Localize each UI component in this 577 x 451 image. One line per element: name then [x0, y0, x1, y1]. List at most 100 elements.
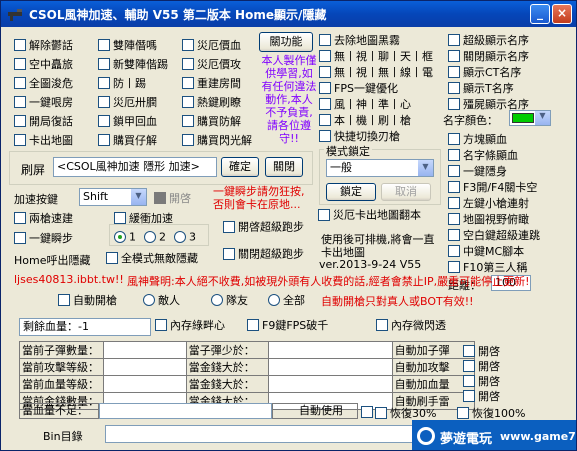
watermark-url: www.game735.com: [500, 430, 576, 443]
option-buy-defense[interactable]: 購買防解: [182, 113, 241, 129]
speed-open-toggle[interactable]: 開啓: [154, 190, 191, 206]
watermark-logo-icon: [417, 427, 435, 445]
option-fps-boost[interactable]: F9鍵FPS破千: [247, 317, 328, 333]
app-icon: [8, 9, 22, 21]
option-map-view[interactable]: 地圖視野俯瞰: [448, 211, 529, 227]
option-hide-chat[interactable]: 無丨視丨聊丨天丨框: [319, 48, 433, 64]
option-hide-self[interactable]: 一鍵隱身: [448, 163, 507, 179]
color-swatch: [512, 113, 534, 123]
name-color-select[interactable]: ▼: [509, 110, 551, 126]
warning-line-2: 否則會卡在原地...: [213, 198, 301, 211]
main-window: CSOL風神加速、輔助 V55 第二版本 Home顯示/隱藏 _ × 解除鬱話 …: [0, 0, 577, 451]
option-block-blood[interactable]: 方塊顯血: [448, 131, 507, 147]
radio-enemy[interactable]: 敵人: [143, 292, 180, 308]
minimize-button[interactable]: _: [530, 4, 550, 24]
option-two-guns[interactable]: 兩槍速建: [14, 210, 73, 226]
option-stuck-map[interactable]: 卡出地圖: [14, 132, 73, 148]
option-quick-knife[interactable]: 快捷切換刃槍: [319, 128, 400, 144]
option-open-revive[interactable]: 開局復話: [14, 113, 73, 129]
version-text: ver.2013-9-24 V55: [319, 258, 422, 271]
option-new-double[interactable]: 新雙陣偕踢: [98, 56, 168, 72]
option-f3-f4[interactable]: F3開/F4關卡空: [448, 179, 537, 195]
refresh-input[interactable]: <CSOL風神加速 隱形 加速>: [53, 157, 217, 177]
option-anti-kick[interactable]: 防丨踢: [98, 75, 146, 91]
option-one-flash[interactable]: 一鍵瞬步: [14, 230, 73, 246]
row-condition-input[interactable]: [268, 358, 393, 376]
confirm-button[interactable]: 確定: [221, 157, 259, 177]
row-value: [103, 375, 187, 393]
option-stuck-map-flip[interactable]: 災厄卡出地圖翻本: [318, 208, 438, 222]
option-air-walk[interactable]: 空中矗旅: [14, 56, 73, 72]
option-restore-100[interactable]: 恢復100%: [457, 405, 525, 421]
option-memory-flash[interactable]: 內存微閃透: [376, 317, 446, 333]
option-row-enable[interactable]: 開啓: [463, 388, 500, 404]
option-buy-bullet[interactable]: 購買仔解: [98, 132, 157, 148]
option-disaster-up[interactable]: 災厄卅膶: [98, 94, 157, 110]
option-hide-radio[interactable]: 無丨視丨無丨線丨電: [319, 64, 433, 80]
lock-button[interactable]: 鎖定: [326, 183, 376, 201]
option-buy-flash[interactable]: 購買閃光解: [182, 132, 252, 148]
radio-team[interactable]: 隊友: [211, 292, 248, 308]
row-value: [103, 341, 187, 359]
option-ct-name[interactable]: 顯示CT名序: [448, 64, 521, 80]
option-row-enable[interactable]: 開啓: [463, 358, 500, 374]
option-disaster-blood[interactable]: 災厄價血: [182, 37, 241, 53]
cancel-button[interactable]: 取消: [381, 183, 431, 201]
option-super-run-on[interactable]: 開啓超級跑步: [223, 220, 311, 234]
chevron-down-icon: ▼: [130, 189, 146, 205]
option-row-enable[interactable]: 開啓: [463, 373, 500, 389]
option-double-team[interactable]: 雙陣僭嗎: [98, 37, 157, 53]
chevron-down-icon: ▼: [534, 111, 550, 125]
option-hotkey-refresh[interactable]: 熱鍵刷瞭: [182, 94, 241, 110]
speed-key-value: Shift: [83, 190, 109, 203]
speed-key-select[interactable]: Shift ▼: [79, 188, 147, 206]
home-hide-label: Home呼出隱藏: [14, 254, 91, 267]
option-rebuild-room[interactable]: 重建房間: [182, 75, 241, 91]
option-unlock-talk[interactable]: 解除鬱話: [14, 37, 73, 53]
row-label: 當前子彈數量：: [18, 341, 105, 359]
remain-blood-display: 剩餘血量：-1: [19, 318, 151, 336]
option-t-name[interactable]: 顯示T名序: [448, 80, 514, 96]
table-row: 當前血量等級： 當金錢大於： 自動加血量: [18, 375, 476, 393]
option-auto-fire[interactable]: 自動開槍: [58, 292, 117, 308]
option-space-jump[interactable]: 空白鍵超級連跳: [448, 227, 540, 243]
option-local-gun[interactable]: 本丨機丨刷丨槍: [319, 112, 411, 128]
low-blood-label: 當血量不足：: [19, 403, 99, 419]
option-memory-green[interactable]: 內存綠畔心: [155, 317, 225, 333]
option-name-blood[interactable]: 名字條顯血: [448, 147, 518, 163]
low-blood-input[interactable]: [99, 403, 272, 419]
option-full-invincible[interactable]: 全模式無敵隱藏: [106, 250, 198, 266]
auto-use-label: 自動使用: [272, 403, 358, 419]
option-row-enable[interactable]: 開啓: [463, 343, 500, 359]
close-refresh-button[interactable]: 關閉: [265, 157, 303, 177]
option-map-crash[interactable]: 全圖浚危: [14, 75, 73, 91]
option-restore-30[interactable]: 恢復30%: [375, 405, 436, 421]
option-left-fire[interactable]: 左鍵小槍連射: [448, 195, 529, 211]
option-crosshair[interactable]: 風丨神丨準丨心: [319, 96, 411, 112]
refresh-label: 刷屏: [21, 163, 46, 177]
table-row: 當前子彈數量： 當子彈少於： 自動加子彈: [18, 341, 476, 359]
option-quit-room[interactable]: 一鍵哏房: [14, 94, 73, 110]
close-button[interactable]: ×: [552, 4, 572, 24]
option-armor-blood[interactable]: 鎖甲回血: [98, 113, 157, 129]
window-title: CSOL風神加速、輔助 V55 第二版本 Home顯示/隱藏: [29, 8, 327, 22]
option-super-name[interactable]: 超級顯示名序: [448, 32, 529, 48]
option-super-run-off[interactable]: 關閉超級跑步: [223, 247, 311, 261]
option-mc-script[interactable]: 中鍵MC腳本: [448, 243, 524, 259]
option-disaster-attack[interactable]: 災厄價攻: [182, 56, 241, 72]
option-close-name[interactable]: 關閉顯示名序: [448, 48, 529, 64]
option-auto-use[interactable]: [361, 405, 376, 418]
row-condition-input[interactable]: [268, 375, 393, 393]
lj-link[interactable]: ljses40813.ibbt.tw!!: [14, 273, 124, 286]
option-fps-optimize[interactable]: FPS一鍵優化: [319, 80, 398, 96]
table-row: 當前攻擊等級： 當金錢大於： 自動加攻擊: [18, 358, 476, 376]
bin-path-input[interactable]: [105, 425, 415, 443]
option-remove-fog[interactable]: 去除地圖黑霧: [319, 32, 400, 48]
kill-function-button[interactable]: 關功能: [259, 32, 313, 52]
row-condition-input[interactable]: [268, 341, 393, 359]
mode-select[interactable]: 一般 ▼: [326, 159, 434, 177]
mode-value: 一般: [330, 161, 352, 174]
radio-all[interactable]: 全部: [268, 292, 305, 308]
usage-text: 使用後可排機,將會一直卡出地圖: [321, 233, 435, 259]
radio-group: [109, 224, 209, 246]
